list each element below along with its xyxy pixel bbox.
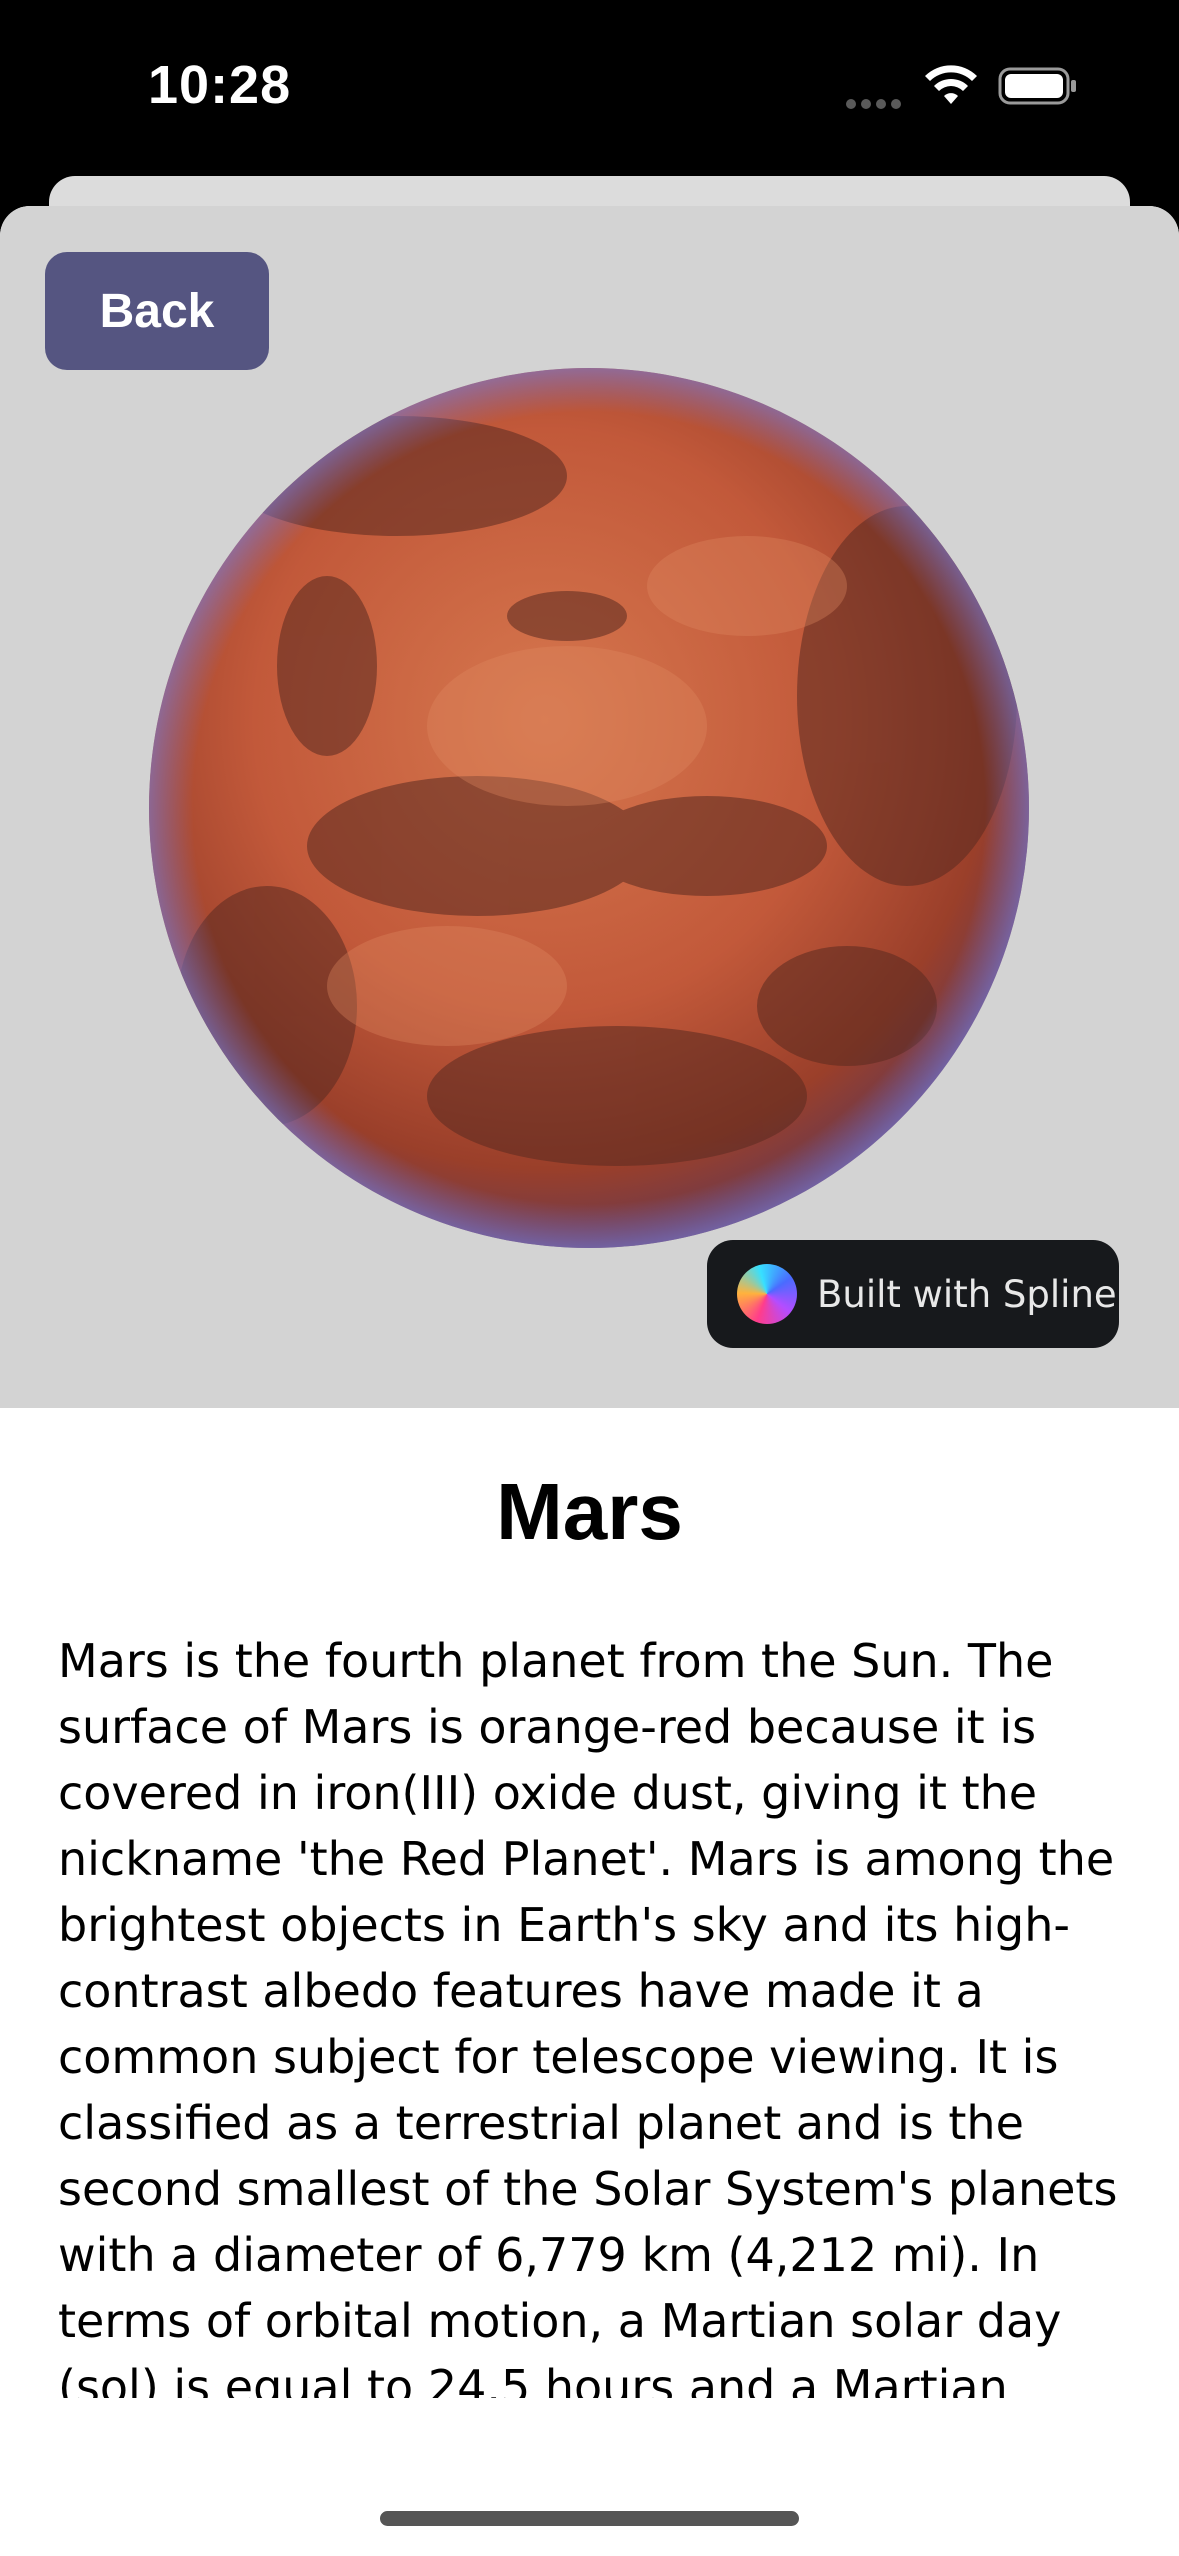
spline-badge-label: Built with Spline [817, 1272, 1117, 1316]
status-bar: 10:28 [0, 0, 1179, 175]
status-time: 10:28 [148, 55, 292, 115]
battery-icon [998, 67, 1076, 105]
home-indicator[interactable] [380, 2511, 799, 2526]
spline-logo-icon [737, 1264, 797, 1324]
mars-planet-image[interactable] [147, 366, 1031, 1250]
wifi-icon [925, 65, 977, 104]
built-with-spline-badge[interactable]: Built with Spline [707, 1240, 1119, 1348]
planet-description: Mars is the fourth planet from the Sun. … [58, 1634, 1118, 2398]
cellular-signal-icon [846, 96, 906, 109]
planet-detail-sheet: Back Built with Spline Mars Mars is the … [0, 206, 1179, 2556]
planet-title: Mars [496, 1467, 683, 1556]
screen: 10:28 Back Built with Spline Mars Mars i… [0, 0, 1179, 2556]
planet-description-scroll[interactable]: Mars is the fourth planet from the Sun. … [58, 1628, 1128, 2398]
back-button[interactable]: Back [45, 252, 269, 370]
planet-3d-scene[interactable]: Back Built with Spline [0, 206, 1179, 1408]
